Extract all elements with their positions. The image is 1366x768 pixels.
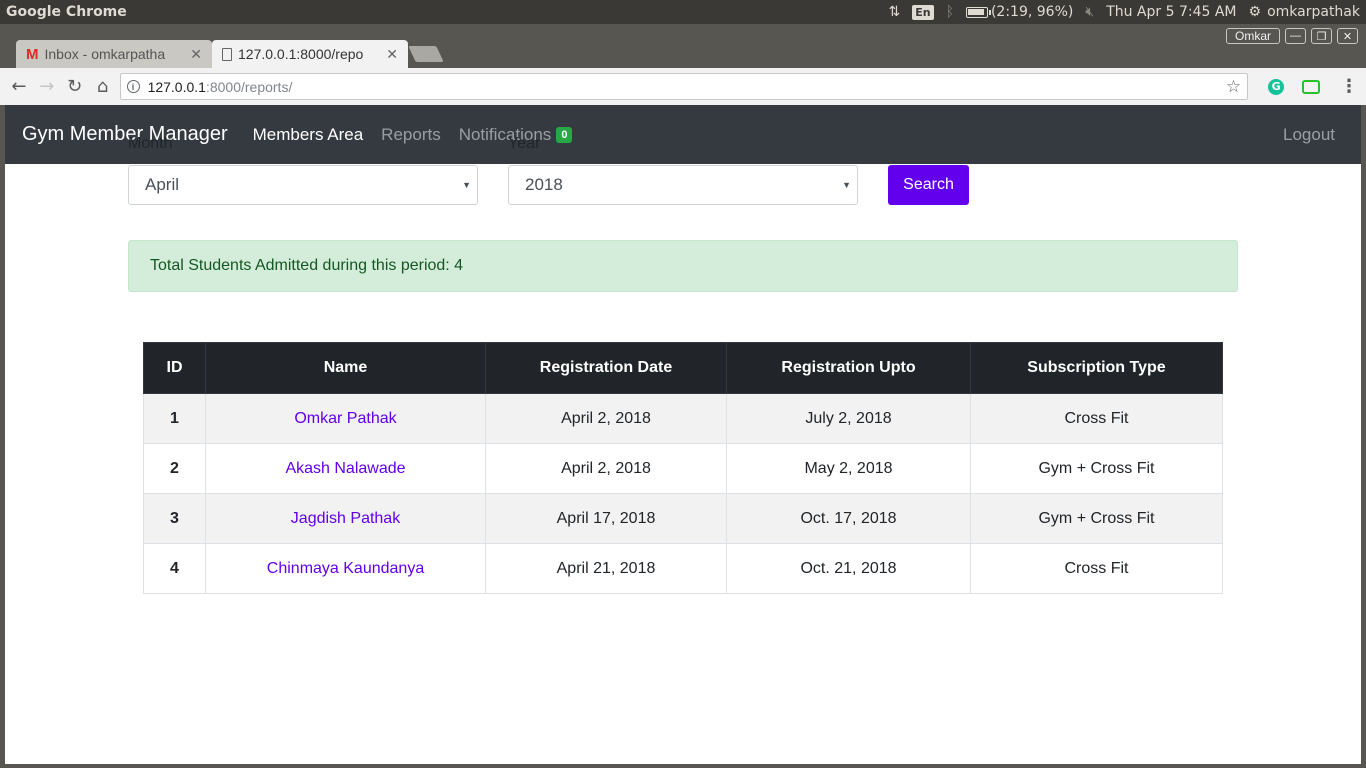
admissions-summary-alert: Total Students Admitted during this peri…	[128, 240, 1238, 292]
window-controls: Omkar — ❐ ✕	[1226, 28, 1358, 44]
logout-link[interactable]: Logout	[1283, 125, 1335, 145]
month-group: Month April ▼	[128, 135, 478, 205]
session-user[interactable]: omkarpathak	[1267, 4, 1360, 20]
cell-subscription-type: Gym + Cross Fit	[970, 493, 1223, 544]
cell-registration-upto: Oct. 21, 2018	[726, 543, 971, 594]
cell-registration-date: April 21, 2018	[485, 543, 727, 594]
tab-title: 127.0.0.1:8000/repo	[238, 46, 364, 62]
tv-extension-icon[interactable]	[1302, 79, 1320, 94]
grammarly-extension-icon[interactable]: G	[1268, 78, 1285, 95]
search-button[interactable]: Search	[888, 165, 969, 205]
table-header-row: ID Name Registration Date Registration U…	[143, 342, 1223, 394]
column-header-registration-date: Registration Date	[485, 342, 727, 394]
network-icon[interactable]: ⇅	[888, 4, 900, 20]
column-header-registration-upto: Registration Upto	[726, 342, 971, 394]
os-app-name: Google Chrome	[6, 4, 127, 20]
address-bar[interactable]: i 127.0.0.1:8000/reports/ ☆	[119, 73, 1249, 100]
cell-subscription-type: Cross Fit	[970, 543, 1223, 594]
battery-icon	[965, 6, 991, 18]
gear-icon[interactable]: ⚙	[1249, 4, 1262, 20]
cell-name: Akash Nalawade	[205, 443, 486, 494]
member-name-link[interactable]: Akash Nalawade	[285, 460, 405, 477]
cell-id: 3	[143, 493, 206, 544]
month-select[interactable]: April ▼	[128, 165, 478, 205]
table-row: 1 Omkar Pathak April 2, 2018 July 2, 201…	[143, 393, 1223, 444]
cell-registration-upto: May 2, 2018	[726, 443, 971, 494]
tab-inbox[interactable]: M Inbox - omkarpatha ✕	[16, 40, 212, 68]
close-icon[interactable]: ✕	[190, 46, 202, 63]
browser-toolbar: ← → ↻ ⌂ i 127.0.0.1:8000/reports/ ☆ G ⋮	[0, 68, 1366, 105]
year-select[interactable]: 2018 ▼	[508, 165, 858, 205]
battery-indicator[interactable]: (2:19, 96%)	[965, 4, 1074, 20]
chevron-down-icon: ▼	[462, 180, 471, 190]
cell-id: 4	[143, 543, 206, 594]
cell-subscription-type: Gym + Cross Fit	[970, 443, 1223, 494]
forward-arrow-icon[interactable]: →	[36, 76, 58, 98]
cell-name: Omkar Pathak	[205, 393, 486, 444]
new-tab-button[interactable]	[408, 46, 444, 62]
cell-registration-date: April 2, 2018	[485, 393, 727, 444]
table-row: 3 Jagdish Pathak April 17, 2018 Oct. 17,…	[143, 493, 1223, 544]
year-label: Year	[508, 135, 541, 152]
page-icon	[222, 47, 232, 61]
tab-reports[interactable]: 127.0.0.1:8000/repo ✕	[212, 40, 408, 68]
bookmark-star-icon[interactable]: ☆	[1226, 77, 1241, 97]
close-icon[interactable]: ✕	[386, 46, 398, 63]
bluetooth-icon[interactable]: ᛒ	[946, 4, 954, 20]
month-label: Month	[128, 135, 173, 152]
member-name-link[interactable]: Jagdish Pathak	[291, 510, 400, 527]
chrome-menu-icon[interactable]: ⋮	[1340, 76, 1358, 97]
year-select-value: 2018	[525, 175, 563, 194]
member-name-link[interactable]: Chinmaya Kaundanya	[267, 560, 424, 577]
info-icon[interactable]: i	[126, 80, 140, 93]
column-header-subscription-type: Subscription Type	[970, 342, 1223, 394]
month-select-value: April	[145, 175, 180, 194]
window-close-button[interactable]: ✕	[1337, 28, 1358, 44]
members-table: ID Name Registration Date Registration U…	[143, 342, 1223, 594]
chevron-down-icon: ▼	[842, 180, 851, 190]
sound-muted-icon[interactable]: 🔇︎	[1085, 4, 1094, 20]
cell-registration-date: April 17, 2018	[485, 493, 727, 544]
cell-subscription-type: Cross Fit	[970, 393, 1223, 444]
year-group: Year 2018 ▼	[508, 135, 858, 205]
report-filter-form: Month April ▼ Year 2018 ▼ Search	[128, 135, 969, 205]
cell-registration-date: April 2, 2018	[485, 443, 727, 494]
column-header-id: ID	[143, 342, 206, 394]
url-path: :8000/reports/	[205, 78, 293, 95]
member-name-link[interactable]: Omkar Pathak	[294, 410, 396, 427]
table-row: 4 Chinmaya Kaundanya April 21, 2018 Oct.…	[143, 543, 1223, 594]
cell-id: 2	[143, 443, 206, 494]
keyboard-layout-indicator[interactable]: En	[912, 4, 934, 20]
home-icon[interactable]: ⌂	[92, 76, 114, 98]
back-arrow-icon[interactable]: ←	[8, 76, 30, 98]
gmail-icon: M	[26, 45, 39, 63]
clock[interactable]: Thu Apr 5 7:45 AM	[1106, 4, 1236, 20]
cell-id: 1	[143, 393, 206, 444]
cell-name: Jagdish Pathak	[205, 493, 486, 544]
tab-strip: M Inbox - omkarpatha ✕ 127.0.0.1:8000/re…	[0, 24, 1366, 68]
battery-text: (2:19, 96%)	[990, 4, 1074, 20]
reload-icon[interactable]: ↻	[64, 76, 86, 98]
table-row: 2 Akash Nalawade April 2, 2018 May 2, 20…	[143, 443, 1223, 494]
browser-window: M Inbox - omkarpatha ✕ 127.0.0.1:8000/re…	[0, 24, 1366, 768]
url-host: 127.0.0.1	[147, 78, 206, 95]
os-top-panel: Google Chrome ⇅ En ᛒ (2:19, 96%) 🔇︎ Thu …	[0, 0, 1366, 24]
page-viewport: Gym Member Manager Members Area Reports …	[5, 105, 1361, 764]
cell-registration-upto: July 2, 2018	[726, 393, 971, 444]
maximize-button[interactable]: ❐	[1311, 28, 1332, 44]
column-header-name: Name	[205, 342, 486, 394]
tab-title: Inbox - omkarpatha	[44, 46, 166, 62]
minimize-button[interactable]: —	[1285, 28, 1306, 44]
profile-button[interactable]: Omkar	[1226, 28, 1280, 44]
cell-name: Chinmaya Kaundanya	[205, 543, 486, 594]
cell-registration-upto: Oct. 17, 2018	[726, 493, 971, 544]
